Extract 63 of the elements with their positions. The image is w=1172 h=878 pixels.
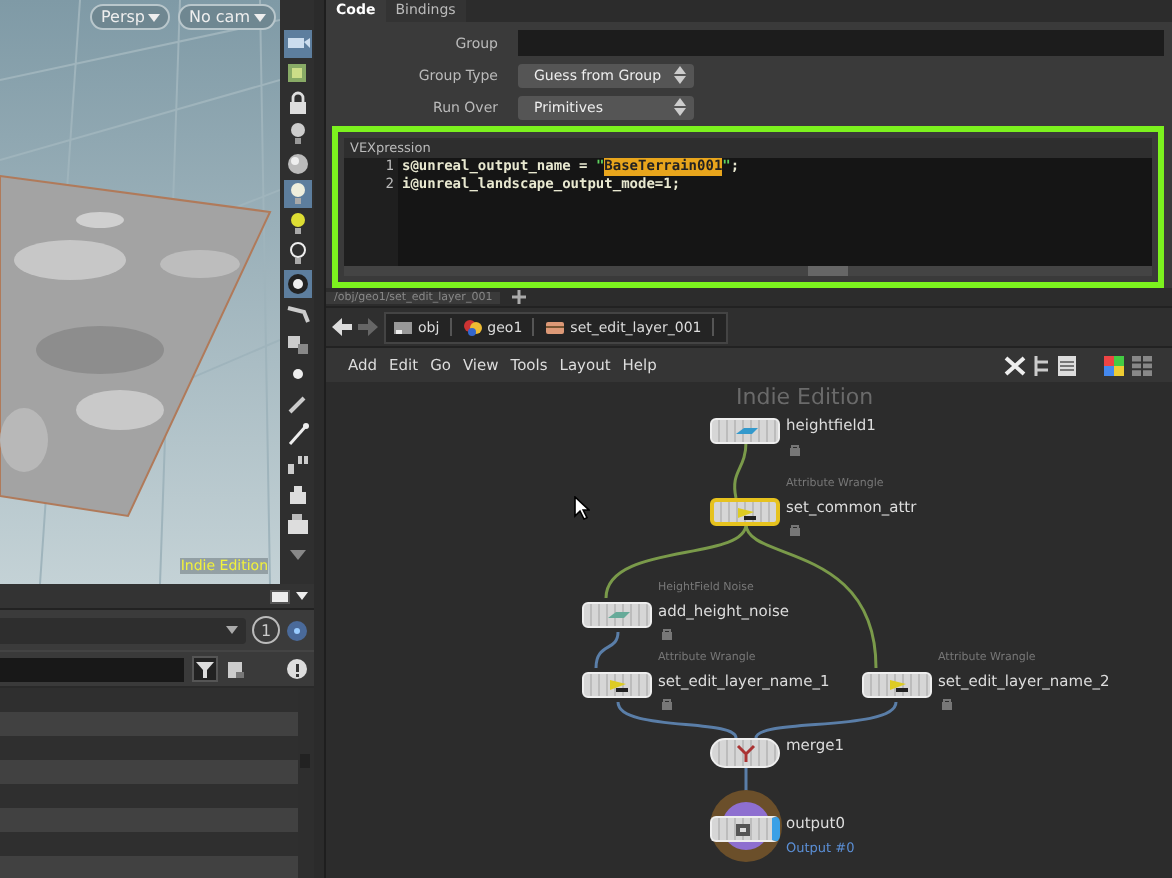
tool-button[interactable] (283, 510, 311, 538)
tool-button[interactable] (283, 30, 311, 58)
tool-button[interactable] (283, 450, 311, 478)
merge-icon (733, 744, 757, 762)
caret-icon (254, 13, 266, 21)
tool-icon (283, 330, 311, 358)
folder-icon (394, 318, 412, 336)
wrangle-icon (885, 676, 909, 694)
caret-icon (226, 626, 238, 634)
wrangle-icon (733, 503, 757, 521)
tool-button[interactable] (283, 270, 311, 298)
watermark-text: Indie Edition (736, 384, 874, 410)
tree-icon[interactable] (1034, 355, 1050, 375)
tool-button[interactable] (283, 330, 311, 358)
back-icon[interactable] (332, 318, 352, 336)
help-icon[interactable] (286, 658, 308, 680)
search-field[interactable] (0, 657, 184, 681)
plus-icon[interactable] (512, 290, 527, 304)
geometry-icon (463, 318, 482, 336)
tool-button[interactable] (283, 180, 311, 208)
wire (594, 631, 620, 669)
wire (754, 701, 898, 739)
box-icon (546, 318, 565, 336)
pin-icon[interactable] (286, 619, 308, 641)
spinner-icon (674, 66, 686, 84)
grid-icon[interactable] (1132, 355, 1152, 375)
tools-icon[interactable] (1004, 355, 1026, 375)
tool-icon (283, 150, 311, 178)
lock-icon (662, 628, 672, 640)
palette-icon[interactable] (1104, 355, 1124, 375)
cursor-icon (574, 496, 590, 520)
output-icon (730, 820, 754, 838)
wrangle-icon (605, 676, 629, 694)
caret-icon[interactable] (296, 592, 308, 600)
lock-icon (662, 698, 672, 710)
count-badge[interactable]: 1 (252, 616, 280, 644)
spinner-icon (674, 98, 686, 116)
wire (616, 701, 738, 739)
tool-icon (283, 420, 311, 448)
wire (733, 441, 748, 499)
caret-icon (148, 13, 161, 21)
page-icon[interactable] (226, 659, 246, 679)
terrain-icon (605, 606, 629, 624)
terrain-icon (733, 422, 757, 440)
tool-button[interactable] (283, 150, 311, 178)
filter-icon[interactable] (192, 656, 218, 682)
tool-button[interactable] (283, 420, 311, 448)
window-icon[interactable] (270, 589, 290, 603)
tool-icon (283, 60, 311, 88)
tool-button[interactable] (283, 60, 311, 88)
tool-icon (283, 300, 311, 328)
tool-button[interactable] (283, 300, 311, 328)
text-field[interactable] (518, 30, 1164, 56)
lock-icon (790, 524, 800, 536)
node[interactable] (710, 498, 780, 526)
lock-icon (790, 444, 800, 456)
scrollbar[interactable] (298, 688, 314, 878)
tool-icon (283, 510, 311, 538)
tool-icon (283, 270, 311, 298)
list-icon[interactable] (1058, 355, 1076, 375)
scrollbar[interactable] (808, 266, 848, 276)
tool-icon (283, 450, 311, 478)
lock-icon (942, 698, 952, 710)
